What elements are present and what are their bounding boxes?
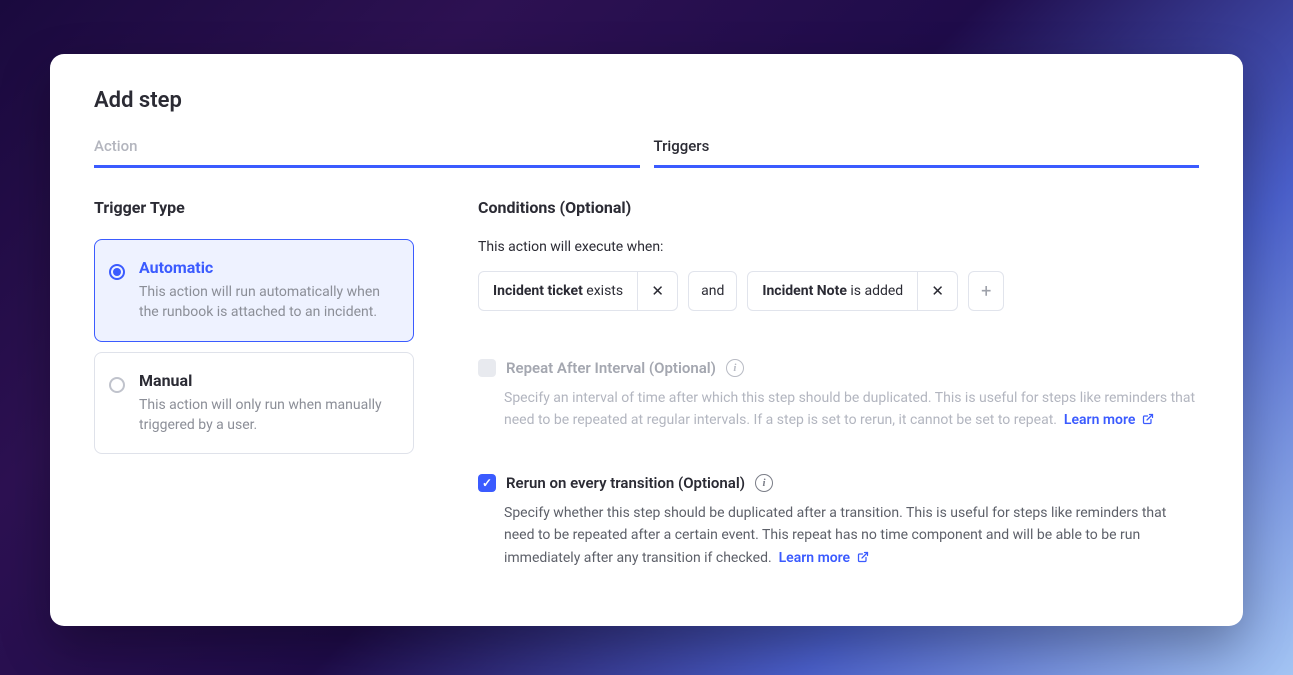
add-step-modal: Add step Action Triggers Trigger Type Au… [50, 54, 1243, 626]
chip-text: Incident ticket exists [479, 283, 637, 299]
external-link-icon [1142, 413, 1154, 425]
repeat-label: Repeat After Interval (Optional) [506, 359, 716, 377]
conditions-chips: Incident ticket exists ✕ and Incident No… [478, 271, 1199, 311]
rerun-checkbox[interactable] [478, 474, 496, 492]
rerun-label: Rerun on every transition (Optional) [506, 474, 745, 492]
trigger-type-heading: Trigger Type [94, 198, 414, 217]
remove-icon[interactable]: ✕ [637, 272, 677, 310]
condition-chip-incident-ticket[interactable]: Incident ticket exists ✕ [478, 271, 678, 311]
repeat-description: Specify an interval of time after which … [504, 387, 1199, 432]
repeat-after-interval-block: Repeat After Interval (Optional) i Speci… [478, 359, 1199, 432]
option-desc-manual: This action will only run when manually … [139, 395, 395, 436]
tab-triggers[interactable]: Triggers [654, 137, 1200, 168]
rerun-description: Specify whether this step should be dupl… [504, 502, 1199, 569]
option-desc-automatic: This action will run automatically when … [139, 282, 395, 323]
modal-title: Add step [94, 88, 1199, 113]
trigger-option-manual[interactable]: Manual This action will only run when ma… [94, 352, 414, 455]
external-link-icon [857, 551, 869, 563]
info-icon[interactable]: i [726, 359, 744, 377]
add-condition-button[interactable]: + [968, 271, 1004, 311]
conditions-heading: Conditions (Optional) [478, 198, 1199, 217]
plus-icon: + [981, 281, 991, 302]
condition-operator-and[interactable]: and [688, 271, 737, 311]
tab-action[interactable]: Action [94, 137, 640, 168]
chip-text: Incident Note is added [748, 283, 917, 299]
remove-icon[interactable]: ✕ [917, 272, 957, 310]
rerun-learn-more-link[interactable]: Learn more [779, 550, 869, 566]
condition-chip-incident-note[interactable]: Incident Note is added ✕ [747, 271, 958, 311]
radio-icon [109, 377, 125, 393]
tab-bar: Action Triggers [94, 137, 1199, 168]
info-icon[interactable]: i [755, 474, 773, 492]
option-title-automatic: Automatic [139, 258, 395, 277]
repeat-checkbox[interactable] [478, 359, 496, 377]
option-title-manual: Manual [139, 371, 395, 390]
trigger-option-automatic[interactable]: Automatic This action will run automatic… [94, 239, 414, 342]
rerun-block: Rerun on every transition (Optional) i S… [478, 474, 1199, 569]
operator-text: and [689, 283, 736, 299]
radio-icon [109, 264, 125, 280]
conditions-lead: This action will execute when: [478, 239, 1199, 255]
repeat-learn-more-link[interactable]: Learn more [1064, 412, 1154, 428]
